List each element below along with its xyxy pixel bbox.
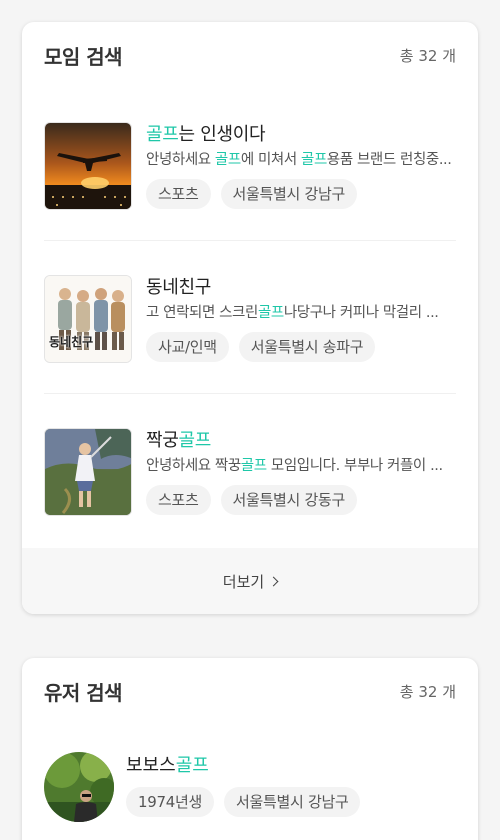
moim-thumbnail-golfer — [44, 428, 132, 516]
category-tag: 스포츠 — [146, 485, 211, 515]
user-search-card: 유저 검색 총 32 개 보보스골프 1974년생 서울특별시 강남구 — [22, 658, 478, 840]
moim-title-highlight: 골프 — [146, 124, 179, 145]
location-tag: 서울특별시 송파구 — [238, 332, 376, 362]
category-tag: 사교/인맥 — [146, 332, 229, 362]
moim-search-title: 모임 검색 — [44, 44, 123, 69]
avatar — [44, 752, 114, 822]
user-list-item[interactable]: 보보스골프 1974년생 서울특별시 강남구 — [44, 752, 456, 824]
moim-list-item[interactable]: 짝궁골프 안녕하세요 짝꿍골프 모임입니다. 부부나 커플이 ... 스포츠 서… — [44, 428, 456, 524]
moim-thumbnail-friends: 동네친구 — [44, 275, 132, 363]
birth-year-tag: 1974년생 — [126, 787, 214, 817]
thumbnail-caption: 동네친구 — [49, 335, 94, 349]
divider — [44, 393, 456, 394]
moim-search-header: 모임 검색 총 32 개 — [22, 22, 478, 88]
user-search-header: 유저 검색 총 32 개 — [22, 658, 478, 724]
moim-title-text: 짝궁 — [146, 430, 179, 451]
moim-title: 골프는 인생이다 — [146, 123, 456, 147]
more-button[interactable]: 더보기 — [22, 548, 478, 614]
location-tag: 서울특별시 강동구 — [220, 485, 357, 515]
more-button-label: 더보기 — [222, 572, 265, 591]
category-tag: 스포츠 — [146, 179, 211, 209]
moim-title: 동네친구 — [146, 277, 212, 298]
moim-description: 안녕하세요 짝꿍골프 모임입니다. 부부나 커플이 ... — [146, 458, 443, 474]
moim-result-count: 총 32 개 — [399, 46, 456, 65]
user-name-highlight: 골프 — [175, 755, 209, 776]
user-search-title: 유저 검색 — [44, 680, 123, 705]
moim-title: 짝궁골프 — [146, 429, 456, 453]
moim-list-item[interactable]: 골프는 인생이다 안녕하세요 골프에 미쳐서 골프용품 브랜드 런칭중... 스… — [44, 122, 456, 218]
moim-description: 고 연락되면 스크린골프나당구나 커피나 막걸리 ... — [146, 305, 439, 321]
moim-description: 안녕하세요 골프에 미쳐서 골프용품 브랜드 런칭중... — [146, 152, 452, 168]
user-result-count: 총 32 개 — [399, 682, 456, 701]
moim-title-highlight: 골프 — [178, 430, 212, 451]
divider — [44, 240, 456, 241]
chevron-right-icon — [268, 576, 279, 587]
location-tag: 서울특별시 강남구 — [220, 179, 357, 209]
moim-list-item[interactable]: 동네친구 동네친구 고 연락되면 스크린골프나당구나 커피나 막걸리 ... 사… — [44, 275, 456, 371]
moim-thumbnail-airplane — [44, 122, 132, 210]
moim-title-text: 는 인생이다 — [178, 124, 266, 145]
moim-search-card: 모임 검색 총 32 개 골프는 인생이다 안녕하세요 골프에 미쳐서 골프용품… — [22, 22, 478, 614]
user-name: 보보스골프 — [126, 755, 209, 776]
location-tag: 서울특별시 강남구 — [223, 787, 361, 817]
